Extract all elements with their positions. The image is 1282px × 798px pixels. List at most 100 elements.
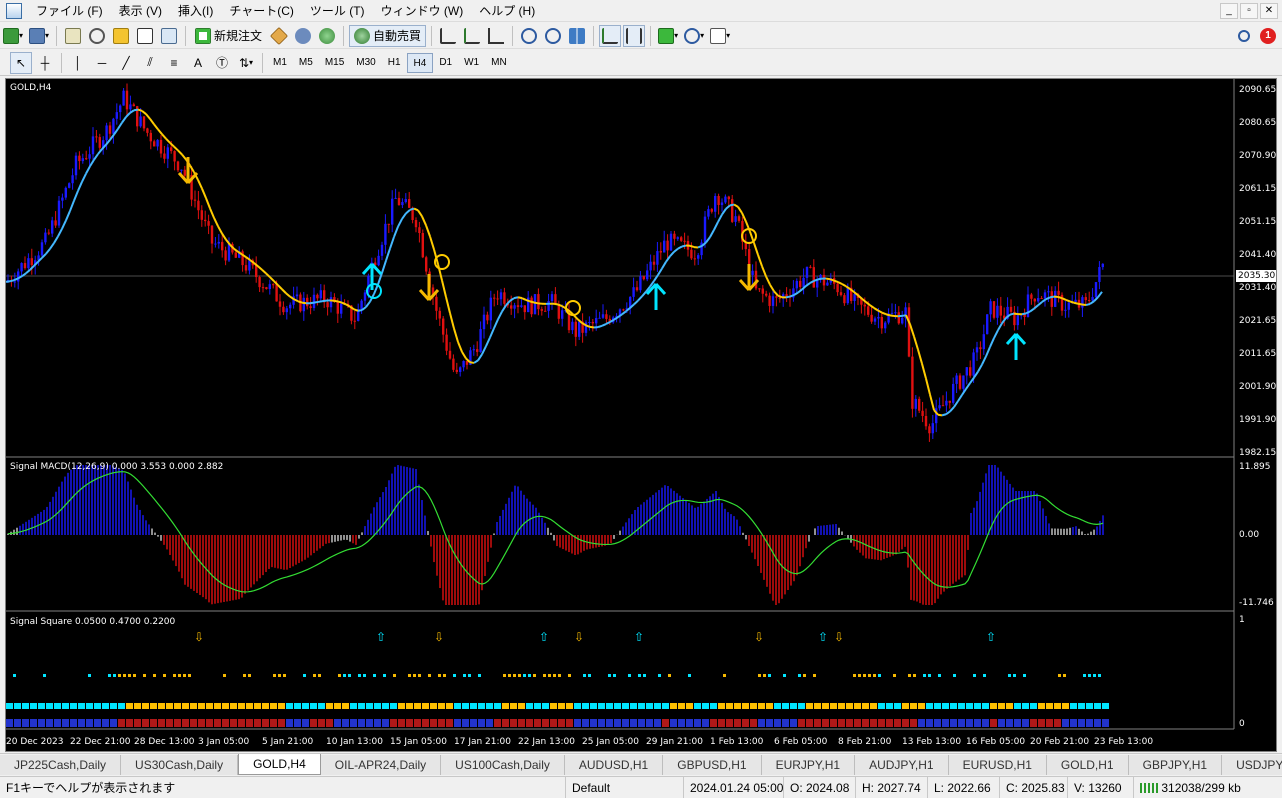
timeframe-m1[interactable]: M1 <box>267 53 293 73</box>
chart-tab[interactable]: USDJPY,H1 <box>1222 755 1282 775</box>
search-icon[interactable] <box>1238 29 1250 42</box>
auto-trading-button[interactable]: 自動売買 <box>349 24 427 47</box>
strategy-tester-button[interactable] <box>158 25 180 47</box>
square-dot <box>118 674 121 677</box>
ma-segment <box>489 327 495 338</box>
trendline-button[interactable]: ╱ <box>115 52 137 74</box>
square-band-cell <box>334 703 341 709</box>
indicators-button[interactable]: ▾ <box>656 25 680 47</box>
navigator-button[interactable] <box>110 25 132 47</box>
metaeditor-button[interactable] <box>268 25 290 47</box>
market-button[interactable] <box>316 25 338 47</box>
candle-body <box>656 251 659 265</box>
ma-segment <box>517 296 523 300</box>
signals-button[interactable] <box>292 25 314 47</box>
candle-body <box>775 296 778 298</box>
menu-help[interactable]: ヘルプ (H) <box>471 0 543 22</box>
chart-tab[interactable]: AUDUSD,H1 <box>564 755 664 775</box>
data-window-button[interactable] <box>86 25 108 47</box>
zoom-out-button[interactable] <box>542 25 564 47</box>
square-dot <box>588 674 591 677</box>
horizontal-line-button[interactable]: ─ <box>91 52 113 74</box>
chart-tab[interactable]: EURUSD,H1 <box>948 755 1047 775</box>
square-band-cell <box>990 719 997 727</box>
timeframe-m5[interactable]: M5 <box>293 53 319 73</box>
chart-tab[interactable]: GBPUSD,H1 <box>663 755 762 775</box>
text-label-button[interactable]: Ⓣ <box>211 52 233 74</box>
new-order-button[interactable]: 新規注文 <box>191 25 266 47</box>
chart-tab[interactable]: GBPJPY,H1 <box>1128 755 1223 775</box>
square-band-cell <box>798 719 805 727</box>
candle-body <box>78 155 81 162</box>
crosshair-button[interactable]: ┼ <box>34 52 56 74</box>
timeframe-m30[interactable]: M30 <box>350 53 381 73</box>
square-band-cell <box>70 703 77 709</box>
toolbar-separator <box>56 25 58 46</box>
market-watch-button[interactable] <box>62 25 84 47</box>
profiles-button[interactable]: ▾ <box>27 25 51 47</box>
candle-body <box>387 223 390 225</box>
square-band-cell <box>206 703 213 709</box>
chart-tab[interactable]: US30Cash,Daily <box>121 755 239 775</box>
chart-tab[interactable]: EURJPY,H1 <box>761 755 856 775</box>
cursor-button[interactable]: ↖ <box>10 51 32 74</box>
chart-tab[interactable]: GOLD,H4 <box>238 754 321 775</box>
line-chart-button[interactable] <box>485 25 507 47</box>
terminal-button[interactable] <box>134 25 156 47</box>
chart-tab[interactable]: AUDJPY,H1 <box>855 755 949 775</box>
trendline-icon: ╱ <box>122 55 130 70</box>
chart-shift-button[interactable] <box>623 24 646 47</box>
price-tick-label: 2080.65 <box>1239 118 1277 128</box>
chart-tab[interactable]: GOLD,H1 <box>1046 755 1129 775</box>
zoom-in-button[interactable] <box>518 25 540 47</box>
timeframe-d1[interactable]: D1 <box>433 53 458 73</box>
square-dot <box>688 674 691 677</box>
square-band-cell <box>678 719 685 727</box>
crosshair-icon <box>89 27 106 44</box>
fibonacci-button[interactable]: ≡ <box>163 52 185 74</box>
templates-button[interactable]: ▾ <box>708 25 732 47</box>
candle-body <box>972 352 975 376</box>
chart-tab[interactable]: US100Cash,Daily <box>441 755 565 775</box>
menu-window[interactable]: ウィンドウ (W) <box>373 0 472 22</box>
menu-tools[interactable]: ツール (T) <box>302 0 373 22</box>
chart-canvas[interactable]: ⇩ ⇧ ⇩ ⇧ ⇩ ⇧ ⇩ ⇧ ⇩ ⇧ <box>6 79 1276 751</box>
notification-badge[interactable]: 1 <box>1260 27 1276 44</box>
chart-tab[interactable]: JP225Cash,Daily <box>0 755 122 775</box>
candle-body <box>802 277 805 287</box>
timeframe-m15[interactable]: M15 <box>319 53 350 73</box>
auto-scroll-button[interactable] <box>599 24 622 47</box>
timeframe-w1[interactable]: W1 <box>458 53 485 73</box>
candle-body <box>442 318 445 335</box>
timeframe-h4[interactable]: H4 <box>406 52 434 73</box>
candle-body <box>132 104 135 107</box>
text-button[interactable]: A <box>187 52 209 74</box>
arrows-button[interactable]: ⇅ ▾ <box>235 52 257 74</box>
square-band-cell <box>798 703 805 709</box>
restore-button[interactable]: ▫ <box>1240 3 1258 19</box>
periods-button[interactable]: ▾ <box>682 25 706 47</box>
channel-button[interactable]: ⫽ <box>139 52 161 74</box>
timeframe-mn[interactable]: MN <box>485 53 513 73</box>
square-band-cell <box>446 703 453 709</box>
chart-window[interactable]: ⇩ ⇧ ⇩ ⇧ ⇩ ⇧ ⇩ ⇧ ⇩ ⇧ GOLD,H4 Signal MACD(12,26,9) … <box>5 78 1277 752</box>
candle-chart-button[interactable] <box>461 25 483 47</box>
new-chart-button[interactable]: ▾ <box>1 25 25 47</box>
timeframe-h1[interactable]: H1 <box>382 53 407 73</box>
menu-file[interactable]: ファイル (F) <box>28 0 111 22</box>
menu-charts[interactable]: チャート(C) <box>221 0 302 22</box>
close-button[interactable]: ✕ <box>1260 3 1278 19</box>
square-band-cell <box>742 719 749 727</box>
square-dot <box>878 674 881 677</box>
chart-tab[interactable]: OIL-APR24,Daily <box>320 755 442 775</box>
tile-windows-button[interactable] <box>566 25 588 47</box>
ma-segment <box>93 153 99 161</box>
candle-body <box>159 139 163 154</box>
menu-view[interactable]: 表示 (V) <box>111 0 170 22</box>
minimize-button[interactable]: _ <box>1220 3 1238 19</box>
menu-insert[interactable]: 挿入(I) <box>170 0 221 22</box>
bar-chart-button[interactable] <box>437 25 459 47</box>
square-dot <box>1093 674 1096 677</box>
time-tick-label: 29 Jan 21:00 <box>646 737 703 747</box>
vertical-line-button[interactable]: │ <box>67 52 89 74</box>
